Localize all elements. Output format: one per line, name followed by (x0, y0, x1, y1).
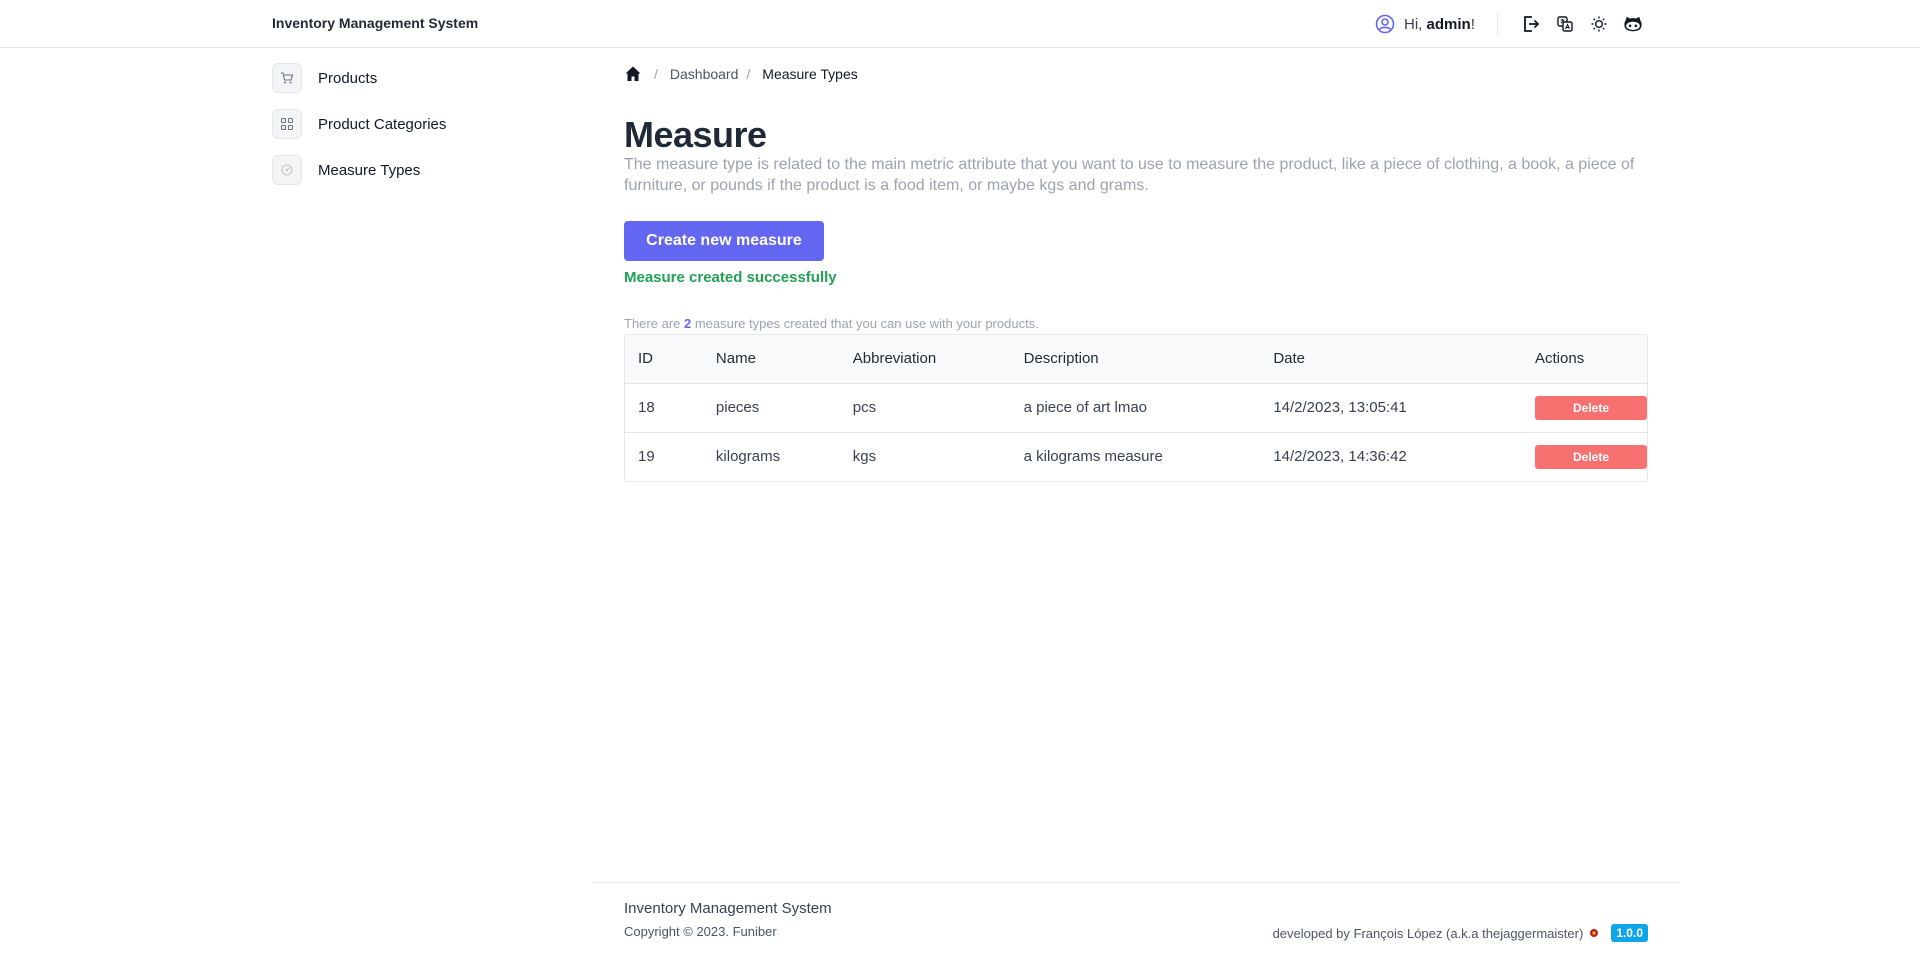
page-title: Measure (624, 114, 767, 155)
measure-icon (272, 155, 302, 185)
user-circle-icon[interactable] (1374, 13, 1396, 35)
footer-copyright: Copyright © 2023. Funiber (624, 924, 777, 939)
sidebar-item-product-categories[interactable]: Product Categories (272, 109, 552, 139)
home-icon[interactable] (624, 65, 642, 83)
column-header-name: Name (715, 350, 756, 368)
translate-icon[interactable] (1555, 14, 1575, 34)
breadcrumb-separator: / (654, 66, 658, 82)
app-title[interactable]: Inventory Management System (272, 15, 478, 31)
cell-id: 19 (625, 431, 703, 481)
cell-date: 14/2/2023, 13:05:41 (1260, 382, 1522, 432)
sun-icon[interactable] (1589, 14, 1609, 34)
footer-credits: developed by François López (a.k.a theja… (1273, 924, 1648, 942)
logout-icon[interactable] (1521, 14, 1541, 34)
page-description: The measure type is related to the main … (624, 156, 1635, 194)
measure-count-text: There are 2 measure types created that y… (624, 316, 1039, 331)
version-badge: 1.0.0 (1611, 924, 1648, 942)
cell-id: 18 (625, 382, 703, 432)
cell-name: pieces (702, 382, 840, 432)
column-header-id: ID (638, 350, 653, 368)
column-header-abbreviation: Abbreviation (852, 350, 937, 368)
measures-table: ID Name Abbreviation Description Date Ac… (624, 334, 1648, 482)
github-icon[interactable] (1623, 14, 1643, 34)
top-bar: Inventory Management System Hi, admin! (0, 0, 1920, 48)
breadcrumb-dashboard[interactable]: Dashboard (670, 66, 739, 82)
greeting-prefix: Hi, (1404, 15, 1427, 33)
sidebar-item-label: Products (318, 69, 378, 87)
cart-icon (272, 63, 302, 93)
breadcrumb-current: Measure Types (762, 66, 858, 82)
cell-name: kilograms (702, 431, 840, 481)
count-prefix: There are (624, 316, 684, 331)
greeting-text: Hi, admin! (1404, 16, 1475, 33)
cell-date: 14/2/2023, 14:36:42 (1260, 431, 1522, 481)
sidebar: Products Product Categories Measure Type… (272, 63, 552, 201)
user-greeting: Hi, admin! (1374, 12, 1475, 36)
breadcrumb: / Dashboard / Measure Types (624, 64, 858, 84)
cell-description: a kilograms measure (1010, 431, 1261, 481)
delete-button[interactable]: Delete (1535, 444, 1647, 469)
count-suffix: measure types created that you can use w… (691, 316, 1039, 331)
cell-abbreviation: kgs (839, 431, 1011, 481)
cell-actions: Delete (1522, 382, 1647, 432)
greeting-exclamation: ! (1470, 15, 1475, 33)
cell-description: a piece of art lmao (1010, 382, 1261, 432)
breadcrumb-separator: / (746, 66, 751, 82)
column-header-actions: Actions (1535, 350, 1585, 368)
table-header-row: ID Name Abbreviation Description Date Ac… (625, 335, 1647, 383)
grid-icon (272, 109, 302, 139)
cell-abbreviation: pcs (839, 382, 1011, 432)
cell-actions: Delete (1522, 431, 1647, 481)
developer-credit[interactable]: developed by François López (a.k.a theja… (1273, 926, 1584, 941)
header-divider (1497, 12, 1498, 36)
sidebar-item-products[interactable]: Products (272, 63, 552, 93)
success-message: Measure created successfully (624, 269, 837, 286)
table-row: 18 pieces pcs a piece of art lmao 14/2/2… (625, 382, 1647, 432)
flag-icon (1589, 928, 1599, 938)
footer-title: Inventory Management System (624, 900, 832, 917)
sidebar-item-measure-types[interactable]: Measure Types (272, 155, 552, 185)
sidebar-item-label: Measure Types (318, 161, 421, 179)
footer-divider (592, 882, 1680, 883)
delete-button[interactable]: Delete (1535, 395, 1647, 420)
create-measure-button[interactable]: Create new measure (624, 221, 824, 261)
column-header-description: Description (1023, 350, 1099, 368)
sidebar-item-label: Product Categories (318, 115, 447, 133)
header-actions (1521, 12, 1643, 36)
column-header-date: Date (1273, 350, 1305, 368)
username: admin (1426, 15, 1471, 33)
table-row: 19 kilograms kgs a kilograms measure 14/… (625, 431, 1647, 481)
